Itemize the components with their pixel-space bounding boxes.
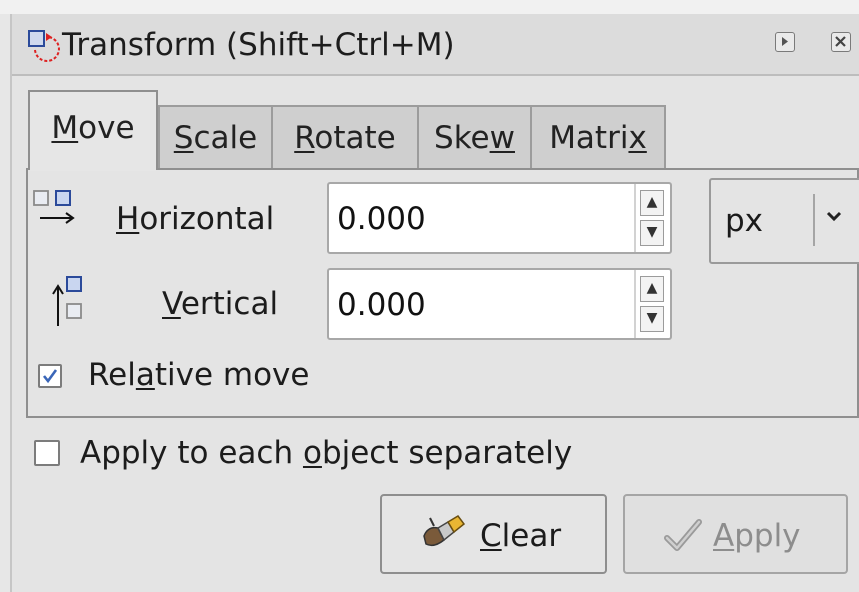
transform-notebook: Move Scale Rotate Skew Matrix Horizontal <box>26 86 859 418</box>
background-strip <box>0 0 859 14</box>
tab-rotate[interactable]: Rotate <box>271 105 419 169</box>
tab-scale[interactable]: Scale <box>158 105 273 169</box>
clear-label: Clear <box>480 518 562 554</box>
detach-button[interactable] <box>775 32 795 52</box>
horizontal-spinbox[interactable]: ▲ ▼ <box>327 182 672 254</box>
arrow-right-icon <box>33 190 75 224</box>
horizontal-input[interactable] <box>335 196 629 242</box>
tab-label: Rotate <box>294 120 396 156</box>
move-tab-panel: Horizontal ▲ ▼ Vertical ▲ ▼ <box>26 168 859 418</box>
vertical-increment-button[interactable]: ▲ <box>640 276 664 302</box>
horizontal-increment-button[interactable]: ▲ <box>640 190 664 216</box>
tab-label: Move <box>51 110 135 146</box>
clear-button[interactable]: Clear <box>380 494 607 574</box>
brush-icon <box>423 515 466 547</box>
vertical-spin-buttons: ▲ ▼ <box>634 270 670 338</box>
tab-label: Scale <box>173 120 258 156</box>
relative-move-checkbox[interactable] <box>38 364 62 388</box>
horizontal-decrement-button[interactable]: ▼ <box>640 220 664 246</box>
tab-label: Skew <box>434 120 515 156</box>
transform-dialog: Transform (Shift+Ctrl+M) Move Scale Rota… <box>10 14 859 592</box>
tab-label: Matrix <box>549 120 647 156</box>
horizontal-spin-buttons: ▲ ▼ <box>634 184 670 252</box>
dialog-title: Transform (Shift+Ctrl+M) <box>62 27 455 63</box>
close-button[interactable] <box>831 32 851 52</box>
apply-each-label: Apply to each object separately <box>80 435 573 471</box>
vertical-label: Vertical <box>162 286 279 322</box>
unit-dropdown[interactable]: px <box>709 178 859 264</box>
relative-move-label: Relative move <box>88 357 310 393</box>
horizontal-label: Horizontal <box>116 201 275 237</box>
close-icon <box>835 36 846 47</box>
apply-label: Apply <box>713 518 801 554</box>
play-icon <box>782 37 788 46</box>
apply-each-checkbox[interactable] <box>34 440 60 466</box>
active-tab-joint <box>30 167 156 171</box>
dialog-titlebar[interactable]: Transform (Shift+Ctrl+M) <box>12 14 859 76</box>
tab-move[interactable]: Move <box>28 90 158 170</box>
checkmark-icon <box>42 369 58 384</box>
vertical-decrement-button[interactable]: ▼ <box>640 306 664 332</box>
chevron-down-icon <box>826 211 842 222</box>
transform-icon <box>28 30 60 62</box>
dropdown-separator <box>813 194 815 246</box>
arrow-up-icon <box>52 276 82 326</box>
tab-matrix[interactable]: Matrix <box>530 105 666 169</box>
tab-skew[interactable]: Skew <box>417 105 532 169</box>
vertical-spinbox[interactable]: ▲ ▼ <box>327 268 672 340</box>
checkmark-icon <box>664 519 702 551</box>
unit-value: px <box>725 203 764 239</box>
vertical-input[interactable] <box>335 282 629 328</box>
apply-button[interactable]: Apply <box>623 494 848 574</box>
